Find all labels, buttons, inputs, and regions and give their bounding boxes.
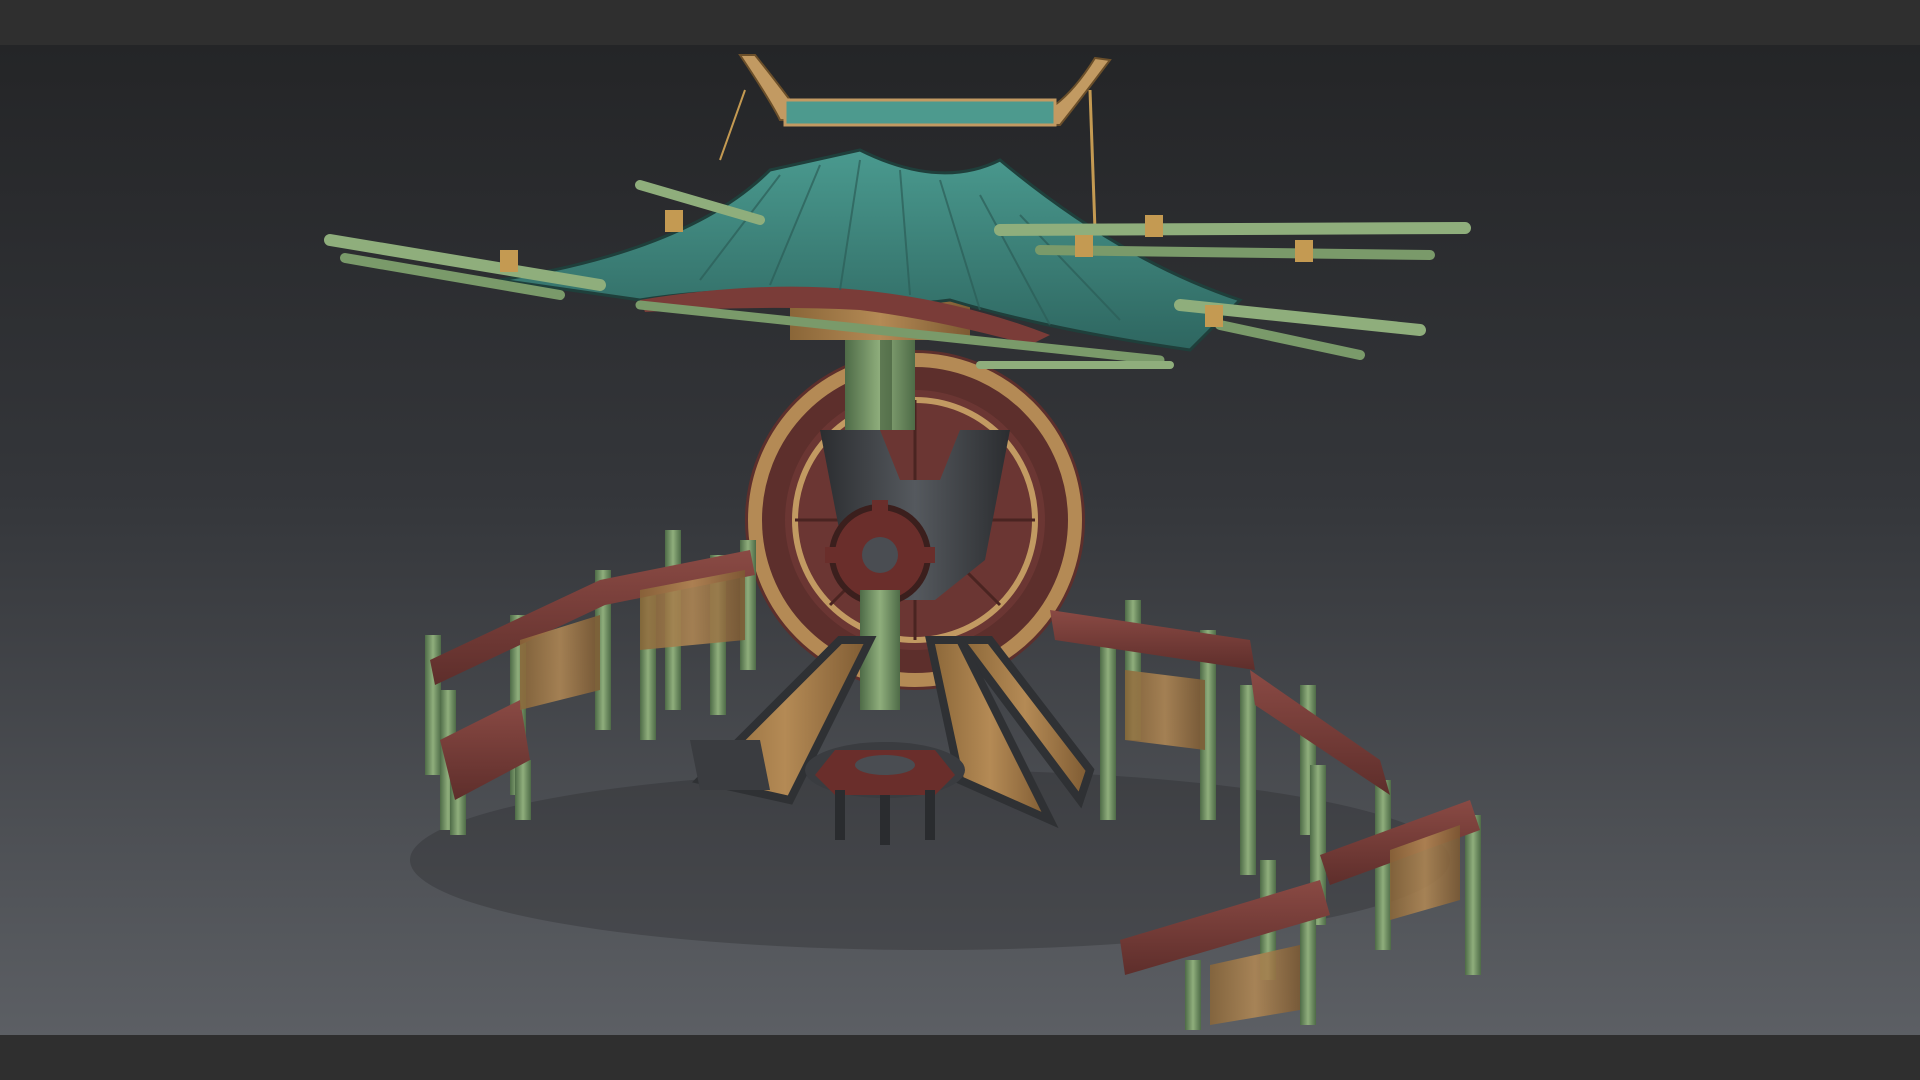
pagoda-roof	[499, 54, 1243, 352]
watermill-illustration	[324, 54, 1481, 1030]
letterbox-top	[0, 0, 1920, 45]
letterbox-bottom	[0, 1035, 1920, 1080]
3d-viewport	[0, 45, 1920, 1035]
render-frame	[0, 0, 1920, 1080]
